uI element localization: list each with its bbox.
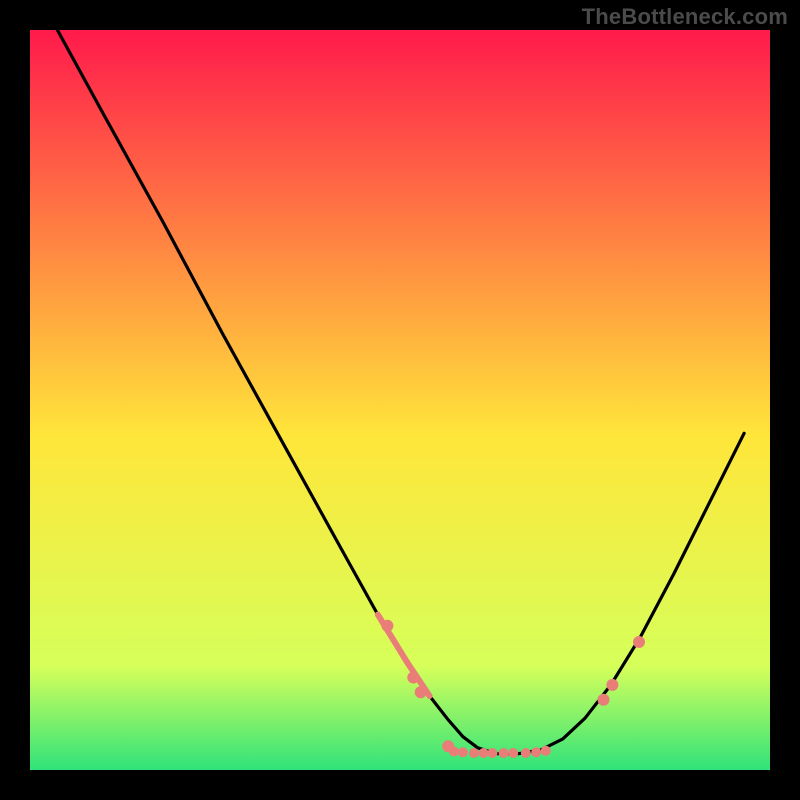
scatter-dot [381, 620, 393, 632]
chart-stage: TheBottleneck.com [0, 0, 800, 800]
scatter-dot [633, 636, 645, 648]
bottleneck-chart [0, 0, 800, 800]
scatter-dot [407, 672, 419, 684]
scatter-dot [508, 748, 518, 758]
scatter-dot [449, 747, 459, 757]
scatter-dot [531, 747, 541, 757]
watermark-text: TheBottleneck.com [582, 4, 788, 30]
scatter-dot [415, 686, 427, 698]
scatter-dot [521, 748, 531, 758]
scatter-dot [458, 747, 468, 757]
scatter-dot [499, 748, 509, 758]
scatter-dot [598, 694, 610, 706]
scatter-dot [541, 746, 551, 756]
scatter-dot [469, 748, 479, 758]
scatter-dot [479, 748, 489, 758]
scatter-dot [488, 748, 498, 758]
plot-background [30, 30, 770, 770]
scatter-dot [606, 679, 618, 691]
